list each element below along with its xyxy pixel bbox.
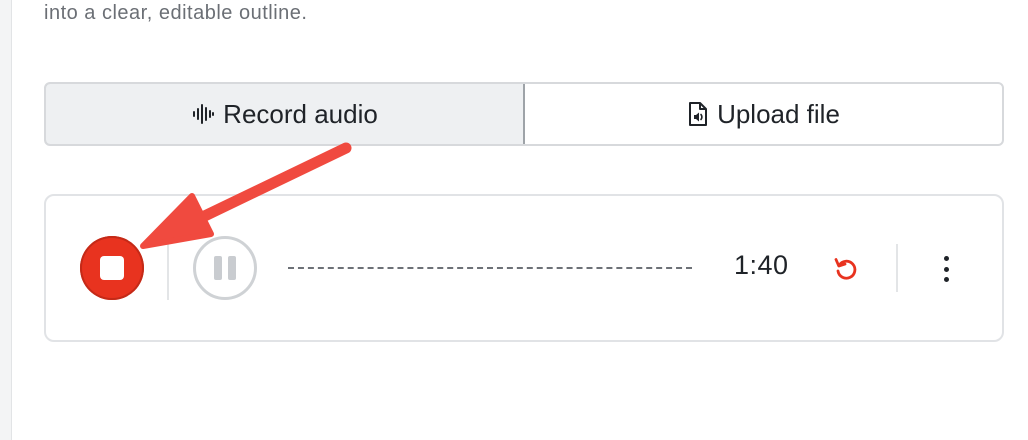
- pause-recording-button[interactable]: [193, 236, 257, 300]
- audio-recorder: 1:40: [44, 194, 1004, 342]
- restart-recording-button[interactable]: [830, 253, 862, 285]
- audio-file-icon: [687, 101, 709, 127]
- waveform-icon: [191, 102, 215, 126]
- more-options-button[interactable]: [930, 252, 962, 286]
- pause-icon: [214, 256, 222, 280]
- elapsed-time: 1:40: [734, 250, 789, 280]
- more-vertical-icon: [943, 256, 949, 261]
- stop-recording-button[interactable]: [80, 236, 144, 300]
- tab-record-audio[interactable]: Record audio: [46, 84, 525, 144]
- tab-upload-file-label: Upload file: [717, 98, 840, 129]
- divider: [167, 236, 169, 300]
- recording-waveform: [288, 267, 692, 269]
- side-panel-edge: [0, 0, 12, 440]
- stop-icon: [100, 256, 124, 280]
- input-mode-tabs: Record audio Upload file: [44, 82, 1004, 146]
- description-text: into a clear, editable outline.: [44, 2, 308, 24]
- restart-icon: [834, 258, 857, 280]
- page: into a clear, editable outline. Record a…: [0, 0, 1028, 440]
- tab-upload-file[interactable]: Upload file: [525, 84, 1002, 144]
- divider: [896, 244, 898, 292]
- tab-record-audio-label: Record audio: [223, 98, 378, 129]
